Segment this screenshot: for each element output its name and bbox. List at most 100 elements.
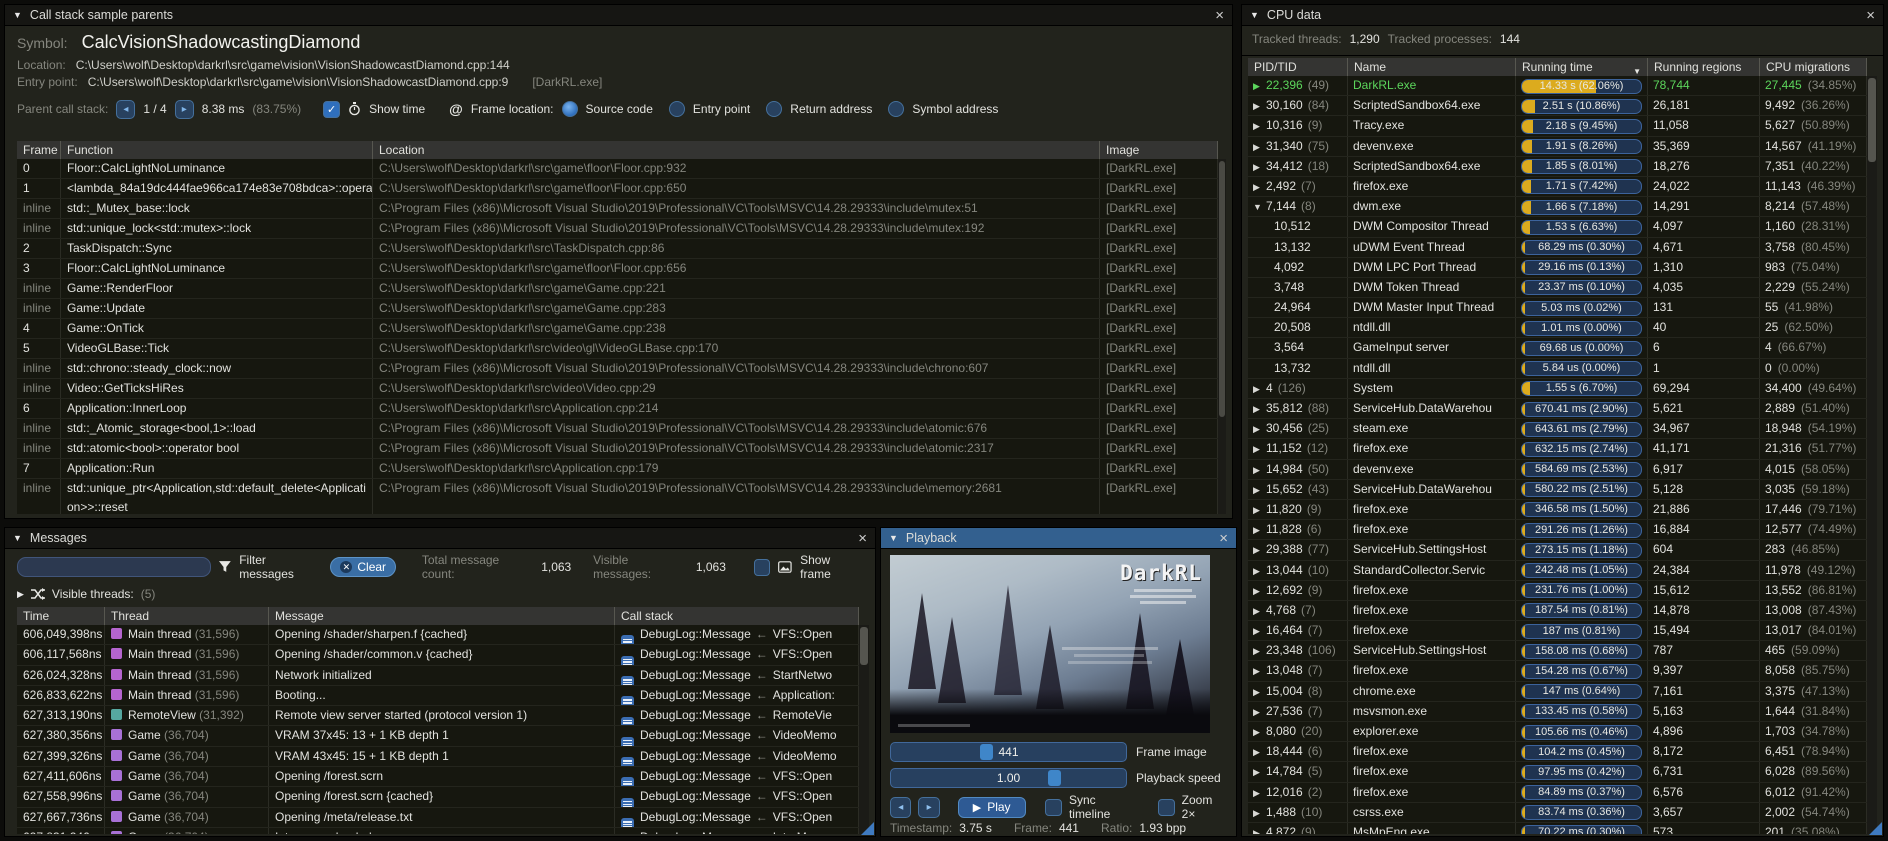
- table-row[interactable]: ▶15,004(8)chrome.exe147 ms (0.64%)7,1613…: [1248, 682, 1867, 702]
- collapse-icon[interactable]: ▼: [889, 533, 898, 543]
- table-row[interactable]: 626,833,622nsMain thread (31,596)Booting…: [17, 686, 859, 706]
- table-row[interactable]: inlinestd::unique_ptr<Application,std::d…: [17, 479, 1218, 514]
- playback-speed-slider[interactable]: 1.00: [890, 768, 1127, 788]
- collapsed-icon[interactable]: ▶: [1253, 400, 1266, 418]
- collapsed-icon[interactable]: ▶: [1253, 743, 1266, 761]
- table-row[interactable]: 627,667,736nsGame (36,704)Opening /meta/…: [17, 808, 859, 828]
- table-row[interactable]: 2TaskDispatch::SyncC:\Users\wolf\Desktop…: [17, 239, 1218, 259]
- table-row[interactable]: 627,411,606nsGame (36,704)Opening /fores…: [17, 767, 859, 787]
- collapsed-icon[interactable]: ▶: [1253, 440, 1266, 458]
- collapsed-icon[interactable]: ▶: [1253, 541, 1266, 559]
- table-row[interactable]: ▶30,456(25)steam.exe643.61 ms (2.79%)34,…: [1248, 419, 1867, 439]
- col-running-time[interactable]: Running time▼: [1516, 58, 1648, 76]
- collapsed-icon[interactable]: ▶: [1253, 481, 1266, 499]
- table-row[interactable]: 13,732ntdll.dll5.84 us (0.00%)10(0.00%): [1248, 359, 1867, 379]
- table-row[interactable]: 627,558,996nsGame (36,704)Opening /fores…: [17, 787, 859, 807]
- table-row[interactable]: ▶14,784(5)firefox.exe97.95 ms (0.42%)6,7…: [1248, 762, 1867, 782]
- radio-entry-point[interactable]: [669, 101, 685, 117]
- collapsed-icon[interactable]: ▶: [1253, 138, 1266, 156]
- table-row[interactable]: ▶23,348(106)ServiceHub.SettingsHost158.0…: [1248, 641, 1867, 661]
- table-row[interactable]: 3Floor::CalcLightNoLuminanceC:\Users\wol…: [17, 259, 1218, 279]
- close-icon[interactable]: ×: [858, 531, 867, 546]
- collapsed-icon[interactable]: ▶: [1253, 97, 1266, 115]
- collapse-icon[interactable]: ▼: [1250, 10, 1259, 20]
- show-time-checkbox[interactable]: ✓: [323, 101, 340, 118]
- prev-parent-button[interactable]: ◂: [116, 100, 135, 119]
- table-row[interactable]: 6Application::InnerLoopC:\Users\wolf\Des…: [17, 399, 1218, 419]
- collapsed-icon[interactable]: ▶: [1253, 521, 1266, 539]
- filter-input[interactable]: [17, 557, 211, 577]
- col-image[interactable]: Image: [1100, 141, 1218, 159]
- collapsed-icon[interactable]: ▶: [1253, 461, 1266, 479]
- table-row[interactable]: ▶29,388(77)ServiceHub.SettingsHost273.15…: [1248, 540, 1867, 560]
- col-message[interactable]: Message: [269, 607, 615, 625]
- table-row[interactable]: 627,313,190nsRemoteView (31,392)Remote v…: [17, 706, 859, 726]
- messages-scrollbar[interactable]: [859, 625, 869, 834]
- collapsed-icon[interactable]: ▶: [1253, 824, 1266, 834]
- collapsed-icon[interactable]: ▶: [1253, 763, 1266, 781]
- collapsed-icon[interactable]: ▶: [1253, 562, 1266, 580]
- table-row[interactable]: ▶14,984(50)devenv.exe584.69 ms (2.53%)6,…: [1248, 460, 1867, 480]
- table-row[interactable]: inlineGame::UpdateC:\Users\wolf\Desktop\…: [17, 299, 1218, 319]
- table-row[interactable]: ▶27,536(7)msvsmon.exe133.45 ms (0.58%)5,…: [1248, 702, 1867, 722]
- visible-threads-row[interactable]: ▶ Visible threads: (5): [5, 582, 875, 606]
- table-row[interactable]: ▶10,316(9)Tracy.exe2.18 s (9.45%)11,0585…: [1248, 116, 1867, 136]
- table-row[interactable]: ▶11,828(6)firefox.exe291.26 ms (1.26%)16…: [1248, 520, 1867, 540]
- radio-return-address[interactable]: [766, 101, 782, 117]
- collapsed-icon[interactable]: ▶: [1253, 158, 1266, 176]
- table-row[interactable]: inlinestd::unique_lock<std::mutex>::lock…: [17, 219, 1218, 239]
- col-cpu-migrations[interactable]: CPU migrations: [1760, 58, 1867, 76]
- table-row[interactable]: ▶12,692(9)firefox.exe231.76 ms (1.00%)15…: [1248, 581, 1867, 601]
- table-row[interactable]: ▶4,872(9)MsMpEng.exe70.22 ms (0.30%)5732…: [1248, 823, 1867, 834]
- resize-grip[interactable]: [861, 822, 874, 835]
- collapsed-icon[interactable]: ▶: [1253, 602, 1266, 620]
- collapsed-icon[interactable]: ▶: [1253, 117, 1266, 135]
- expander-icon[interactable]: ▶: [17, 589, 24, 600]
- col-frame[interactable]: Frame: [17, 141, 61, 159]
- col-running-regions[interactable]: Running regions: [1648, 58, 1760, 76]
- table-row[interactable]: 4,092DWM LPC Port Thread29.16 ms (0.13%)…: [1248, 258, 1867, 278]
- table-row[interactable]: inlinestd::chrono::steady_clock::nowC:\P…: [17, 359, 1218, 379]
- collapsed-icon[interactable]: ▶: [1253, 420, 1266, 438]
- table-row[interactable]: ▼7,144(8)dwm.exe1.66 s (7.18%)14,2918,21…: [1248, 197, 1867, 217]
- collapsed-icon[interactable]: ▶: [1253, 501, 1266, 519]
- resize-grip[interactable]: [1869, 822, 1882, 835]
- table-row[interactable]: ▶4,768(7)firefox.exe187.54 ms (0.81%)14,…: [1248, 601, 1867, 621]
- collapsed-icon[interactable]: ▶: [1253, 703, 1266, 721]
- table-row[interactable]: ▶22,396(49)DarkRL.exe14.33 s (62.06%)78,…: [1248, 76, 1867, 96]
- table-row[interactable]: 24,964DWM Master Input Thread5.03 ms (0.…: [1248, 298, 1867, 318]
- radio-source-code[interactable]: [562, 101, 578, 117]
- play-button[interactable]: ▶ Play: [958, 797, 1026, 818]
- collapsed-icon[interactable]: ▶: [1253, 622, 1266, 640]
- collapsed-icon[interactable]: ▶: [1253, 683, 1266, 701]
- col-callstack[interactable]: Call stack: [615, 607, 859, 625]
- table-row[interactable]: 10,512DWM Compositor Thread1.53 s (6.63%…: [1248, 217, 1867, 237]
- step-forward-button[interactable]: ▸: [918, 797, 939, 818]
- table-row[interactable]: inlineVideo::GetTicksHiResC:\Users\wolf\…: [17, 379, 1218, 399]
- close-icon[interactable]: ×: [1215, 8, 1224, 23]
- table-row[interactable]: ▶11,820(9)firefox.exe346.58 ms (1.50%)21…: [1248, 500, 1867, 520]
- col-thread[interactable]: Thread: [105, 607, 269, 625]
- table-row[interactable]: ▶11,152(12)firefox.exe632.15 ms (2.74%)4…: [1248, 439, 1867, 459]
- table-row[interactable]: 627,380,356nsGame (36,704)VRAM 37x45: 13…: [17, 726, 859, 746]
- table-row[interactable]: 626,024,328nsMain thread (31,596)Network…: [17, 666, 859, 686]
- table-row[interactable]: ▶13,048(7)firefox.exe154.28 ms (0.67%)9,…: [1248, 661, 1867, 681]
- table-row[interactable]: ▶12,016(2)firefox.exe84.89 ms (0.37%)6,5…: [1248, 783, 1867, 803]
- table-row[interactable]: ▶4(126)System1.55 s (6.70%)69,29434,400(…: [1248, 379, 1867, 399]
- cpu-scrollbar[interactable]: [1867, 76, 1877, 834]
- table-row[interactable]: 3,748DWM Token Thread23.37 ms (0.10%)4,0…: [1248, 278, 1867, 298]
- close-icon[interactable]: ×: [1219, 531, 1228, 546]
- table-row[interactable]: 7Application::RunC:\Users\wolf\Desktop\d…: [17, 459, 1218, 479]
- table-row[interactable]: ▶34,412(18)ScriptedSandbox64.exe1.85 s (…: [1248, 157, 1867, 177]
- table-row[interactable]: ▶15,652(43)ServiceHub.DataWarehou580.22 …: [1248, 480, 1867, 500]
- col-location[interactable]: Location: [373, 141, 1100, 159]
- expanded-icon[interactable]: ▼: [1253, 198, 1266, 216]
- collapsed-icon[interactable]: ▶: [1253, 380, 1266, 398]
- zoom-2x-checkbox[interactable]: [1158, 799, 1175, 816]
- radio-symbol-address[interactable]: [888, 101, 904, 117]
- table-row[interactable]: ▶31,340(75)devenv.exe1.91 s (8.26%)35,36…: [1248, 137, 1867, 157]
- col-time[interactable]: Time: [17, 607, 105, 625]
- collapse-icon[interactable]: ▼: [13, 10, 22, 20]
- collapsed-icon[interactable]: ▶: [1253, 582, 1266, 600]
- table-row[interactable]: ▶16,464(7)firefox.exe187 ms (0.81%)15,49…: [1248, 621, 1867, 641]
